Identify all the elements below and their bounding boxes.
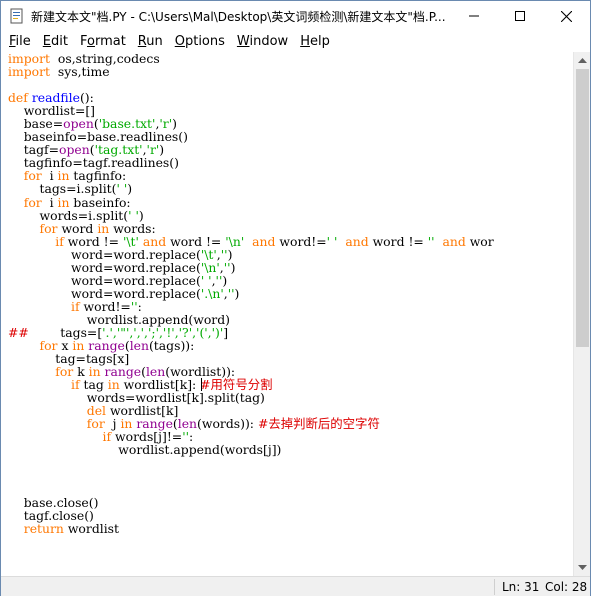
menu-window[interactable]: Window	[231, 31, 294, 52]
status-line-number: Ln: 31	[502, 580, 540, 594]
code-text[interactable]: import os,string,codecs import sys,time de…	[8, 52, 494, 535]
menu-options[interactable]: Options	[169, 31, 231, 52]
code-line[interactable]: import sys,time	[8, 65, 494, 78]
menu-help[interactable]: Help	[294, 31, 336, 52]
status-column-number: Col: 28	[545, 580, 588, 594]
scrollbar-thumb[interactable]	[576, 69, 589, 347]
menu-format[interactable]: Format	[74, 31, 132, 52]
code-line[interactable]: wordlist.append(words[j])	[8, 443, 494, 456]
status-divider	[494, 579, 495, 595]
scroll-down-arrow-icon[interactable]	[574, 559, 591, 576]
code-editor[interactable]: import os,string,codecs import sys,time de…	[1, 52, 573, 576]
maximize-icon	[515, 11, 525, 21]
code-line[interactable]: return wordlist	[8, 522, 494, 535]
close-button[interactable]	[543, 1, 589, 31]
maximize-button[interactable]	[497, 1, 543, 31]
text-cursor	[201, 378, 202, 391]
minimize-button[interactable]	[451, 1, 497, 31]
vertical-scrollbar[interactable]	[573, 52, 590, 576]
code-line[interactable]	[8, 456, 494, 469]
title-bar[interactable]: 新建文本文"档.PY - C:\Users\Mal\Desktop\英文词频检测…	[1, 1, 590, 31]
menu-run[interactable]: Run	[132, 31, 169, 52]
window-title: 新建文本文"档.PY - C:\Users\Mal\Desktop\英文词频检测…	[31, 10, 446, 24]
minimize-icon	[469, 15, 479, 17]
idle-editor-window: 新建文本文"档.PY - C:\Users\Mal\Desktop\英文词频检测…	[0, 0, 591, 596]
scroll-up-arrow-icon[interactable]	[574, 52, 591, 69]
menu-edit[interactable]: Edit	[37, 31, 74, 52]
menu-file[interactable]: File	[3, 31, 37, 52]
menu-bar: File Edit Format Run Options Window Help	[1, 31, 590, 52]
code-line[interactable]	[8, 470, 494, 483]
close-icon	[560, 10, 572, 22]
status-bar: Ln: 31 Col: 28	[1, 576, 590, 596]
python-idle-icon[interactable]	[9, 8, 25, 24]
